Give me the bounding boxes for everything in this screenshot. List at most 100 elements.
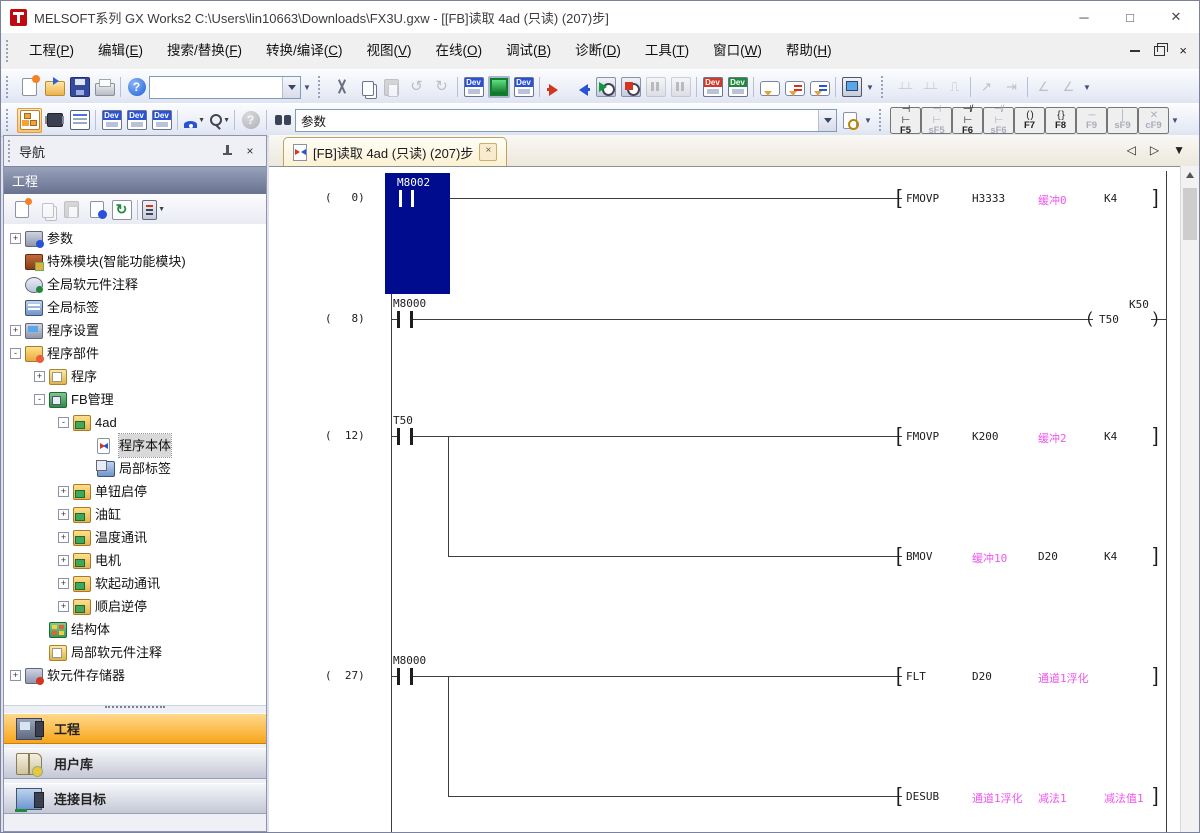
toolbar-overflow-icon[interactable]: ▼ (1081, 74, 1093, 100)
pin-icon[interactable] (220, 144, 236, 158)
menu-item-b[interactable]: 调试(B) (494, 33, 563, 69)
project-tree-button[interactable] (17, 108, 42, 133)
tree-item-单钮启停[interactable]: +单钮启停 (4, 480, 266, 503)
toolbar-grip[interactable] (879, 109, 886, 131)
tree-expand-icon[interactable]: + (34, 371, 45, 382)
tree-item-程序[interactable]: +程序 (4, 365, 266, 388)
menu-item-p[interactable]: 工程(P) (17, 33, 86, 69)
undo-button[interactable] (404, 75, 429, 100)
find-binocular-button[interactable] (270, 108, 295, 133)
menu-item-w[interactable]: 窗口(W) (701, 33, 774, 69)
tab-close-icon[interactable]: × (479, 143, 497, 161)
device-write-button[interactable] (461, 75, 486, 100)
menu-item-o[interactable]: 在线(O) (424, 33, 495, 69)
save-project-button[interactable] (67, 75, 92, 100)
tree-item-顺启逆停[interactable]: +顺启逆停 (4, 595, 266, 618)
wave-b-button[interactable] (917, 75, 942, 100)
document-tab[interactable]: [FB]读取 4ad (只读) (207)步 × (283, 137, 507, 166)
pause-a-button[interactable] (643, 75, 668, 100)
combo-dropdown-icon[interactable] (282, 77, 300, 98)
print-button[interactable] (92, 75, 117, 100)
minimize-button[interactable]: ─ (1061, 1, 1107, 33)
toolbar-overflow-icon[interactable]: ▼ (862, 107, 874, 133)
menu-item-t[interactable]: 工具(T) (633, 33, 701, 69)
navigation-grip[interactable] (8, 140, 15, 162)
toolbar-overflow-icon[interactable]: ▼ (1169, 107, 1181, 133)
dev-watch-button[interactable]: ▼ (181, 108, 206, 133)
open-project-button[interactable] (42, 75, 67, 100)
sampling-a-button[interactable] (974, 75, 999, 100)
tree-item-温度通讯[interactable]: +温度通讯 (4, 526, 266, 549)
tree-item-程序部件[interactable]: -程序部件 (4, 342, 266, 365)
menubar-grip[interactable] (6, 40, 13, 62)
tree-item-特殊模块(智能功能模块)[interactable]: 特殊模块(智能功能模块) (4, 250, 266, 273)
menu-item-f[interactable]: 搜索/替换(F) (155, 33, 254, 69)
nav-new-button[interactable] (9, 197, 34, 222)
ladder-symbol-sF5-button[interactable]: ⊣ ⊢sF5 (921, 107, 952, 134)
tree-item-油缸[interactable]: +油缸 (4, 503, 266, 526)
note-dlg-button[interactable] (807, 75, 832, 100)
menu-item-v[interactable]: 视图(V) (355, 33, 424, 69)
ladder-symbol-F8-button[interactable]: { }F8 (1045, 107, 1076, 134)
menu-item-c[interactable]: 转换/编译(C) (254, 33, 355, 69)
tree-expand-icon[interactable]: + (10, 233, 21, 244)
ladder-symbol-cF9-button[interactable]: ✕cF9 (1138, 107, 1169, 134)
tree-item-全局标签[interactable]: 全局标签 (4, 296, 266, 319)
tree-expand-icon[interactable]: + (58, 486, 69, 497)
nav-sort-button[interactable]: ▼ (141, 197, 166, 222)
toolbar-grip[interactable] (6, 76, 13, 98)
tree-item-程序本体[interactable]: 程序本体 (4, 434, 266, 457)
help-button[interactable] (124, 75, 149, 100)
device-test-on-button[interactable] (700, 75, 725, 100)
device-batch-button[interactable] (124, 108, 149, 133)
menu-item-h[interactable]: 帮助(H) (774, 33, 844, 69)
comment-dlg-button[interactable] (757, 75, 782, 100)
graph-b-button[interactable] (1056, 75, 1081, 100)
tab-prev-icon[interactable]: ◁ (1127, 143, 1136, 157)
tree-item-局部标签[interactable]: 局部标签 (4, 457, 266, 480)
device-test-off-button[interactable] (725, 75, 750, 100)
menu-item-e[interactable]: 编辑(E) (86, 33, 155, 69)
tree-expand-icon[interactable]: + (58, 601, 69, 612)
nav-info-button[interactable] (84, 197, 109, 222)
ladder-symbol-sF9-button[interactable]: │sF9 (1107, 107, 1138, 134)
toolbar-grip[interactable] (6, 109, 13, 131)
copy-button[interactable] (354, 75, 379, 100)
read-plc-button[interactable] (568, 75, 593, 100)
wave-a-button[interactable] (892, 75, 917, 100)
tree-expand-icon[interactable]: + (58, 532, 69, 543)
tree-item-局部软元件注释[interactable]: 局部软元件注释 (4, 641, 266, 664)
nav-splitter[interactable] (4, 702, 266, 712)
ladder-symbol-F5-button[interactable]: ⊣ ⊢F5 (890, 107, 921, 134)
menu-item-d[interactable]: 诊断(D) (563, 33, 633, 69)
mdi-minimize-icon[interactable] (1130, 50, 1140, 52)
paste-button[interactable] (379, 75, 404, 100)
ladder-symbol-sF6-button[interactable]: ⊣/⊢sF6 (983, 107, 1014, 134)
tree-expand-icon[interactable]: - (58, 417, 69, 428)
scrollbar-thumb[interactable] (1183, 188, 1197, 240)
nav-refresh-button[interactable] (109, 197, 134, 222)
tree-expand-icon[interactable]: + (10, 670, 21, 681)
tree-expand-icon[interactable]: - (34, 394, 45, 405)
ladder-canvas[interactable]: ( 0)M8002[FMOVPH3333缓冲0K4]( 8)M8000(T50)… (269, 166, 1181, 832)
close-button[interactable]: ✕ (1153, 1, 1199, 33)
nav-paste-button[interactable] (59, 197, 84, 222)
tree-item-软起动通讯[interactable]: +软起动通讯 (4, 572, 266, 595)
tab-next-icon[interactable]: ▷ (1150, 143, 1159, 157)
vertical-scrollbar[interactable] (1180, 166, 1199, 832)
cut-button[interactable] (329, 75, 354, 100)
nav-copy-button[interactable] (34, 197, 59, 222)
device-read-button[interactable] (511, 75, 536, 100)
toolbar-grip[interactable] (318, 76, 325, 98)
statement-dlg-button[interactable] (782, 75, 807, 100)
device-ref-button[interactable] (149, 108, 174, 133)
ladder-symbol-F7-button[interactable]: ( )F7 (1014, 107, 1045, 134)
tree-item-4ad[interactable]: -4ad (4, 411, 266, 434)
help2-button[interactable] (238, 108, 263, 133)
tree-item-全局软元件注释[interactable]: 全局软元件注释 (4, 273, 266, 296)
write-plc-button[interactable] (543, 75, 568, 100)
monitor-start-button[interactable] (593, 75, 618, 100)
mdi-restore-icon[interactable] (1154, 46, 1165, 56)
tree-item-结构体[interactable]: 结构体 (4, 618, 266, 641)
tree-item-程序设置[interactable]: +程序设置 (4, 319, 266, 342)
